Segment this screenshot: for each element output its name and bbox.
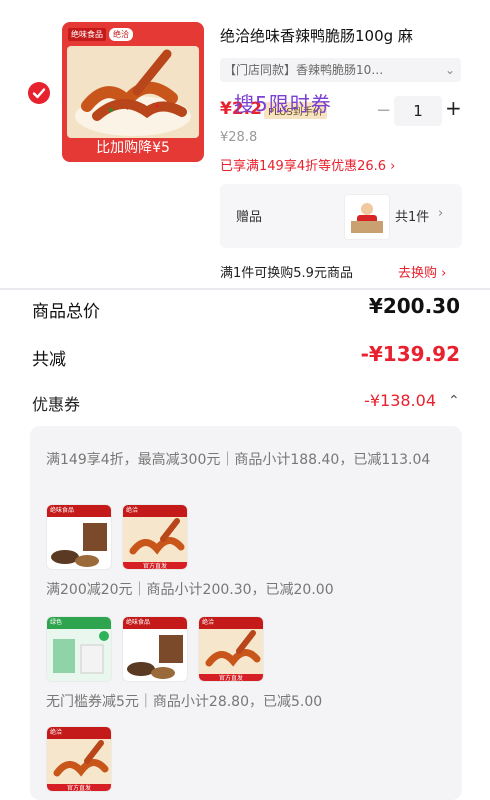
- product-thumbnail[interactable]: 绝味食品 绝洽 比加购降¥5: [62, 22, 204, 162]
- gift-row[interactable]: 赠品 共1件 ›: [220, 184, 462, 248]
- check-icon: [32, 88, 46, 99]
- product-title[interactable]: 绝洽绝味香辣鸭脆肠100g 麻: [220, 25, 465, 46]
- swap-offer-link[interactable]: 去换购 ›: [398, 262, 446, 281]
- total-value: ¥200.30: [368, 294, 460, 318]
- quantity-input[interactable]: 1: [394, 96, 442, 126]
- item-checkbox[interactable]: [28, 82, 50, 104]
- reduce-value: -¥139.92: [360, 342, 460, 366]
- coupon-product-thumbnail[interactable]: 绝洽 官方直发: [198, 616, 264, 682]
- section-divider: [0, 288, 490, 290]
- total-label: 商品总价: [32, 302, 100, 322]
- coupon-product-thumbnail[interactable]: 绿色: [46, 616, 112, 682]
- brand-tag-secondary: 绝洽: [109, 27, 133, 41]
- brand-tags: 绝味食品 绝洽: [68, 26, 133, 42]
- coupon-product-thumbnail[interactable]: 绝味食品: [122, 616, 188, 682]
- coupon-product-thumbnail[interactable]: 绝洽 官方直发: [46, 726, 112, 792]
- coupon-label: 优惠券: [32, 395, 81, 414]
- quantity-increase-button[interactable]: +: [445, 96, 462, 120]
- price-drop-caption: 比加购降¥5: [96, 140, 170, 156]
- brand-tag: 绝味食品: [68, 27, 106, 41]
- quantity-decrease-button[interactable]: −: [376, 100, 391, 121]
- coupon-detail-text: 满200减20元｜商品小计200.30，已减20.00: [46, 582, 334, 598]
- chevron-up-icon[interactable]: ⌃: [448, 393, 460, 409]
- promo-discount-link[interactable]: 已享满149享4折等优惠26.6 ›: [220, 155, 395, 174]
- reduce-label: 共减: [32, 350, 66, 370]
- sku-selector[interactable]: 【门店同款】香辣鸭脆肠10… ⌄: [220, 58, 461, 82]
- coupon-product-thumbnail[interactable]: 绝味食品: [46, 504, 112, 570]
- promo-overlay-text: 搜5限时券: [234, 92, 332, 116]
- sku-label: 【门店同款】香辣鸭脆肠10…: [224, 63, 384, 77]
- gift-count: 共1件: [395, 210, 430, 225]
- chevron-right-icon: ›: [438, 206, 444, 221]
- coupon-detail-text: 满149享4折，最高减300元｜商品小计188.40，已减113.04: [46, 452, 431, 468]
- chevron-down-icon: ⌄: [444, 63, 455, 77]
- swap-offer-text: 满1件可换购5.9元商品: [220, 266, 353, 281]
- original-price: ¥28.8: [220, 130, 258, 145]
- coupon-value[interactable]: -¥138.04: [364, 391, 436, 410]
- coupon-product-thumbnail[interactable]: 绝洽 官方直发: [122, 504, 188, 570]
- gift-label: 赠品: [236, 210, 263, 225]
- gift-thumbnail: [344, 194, 390, 240]
- coupon-details-panel: 满149享4折，最高减300元｜商品小计188.40，已减113.04 绝味食品…: [30, 426, 462, 800]
- coupon-detail-text: 无门槛券减5元｜商品小计28.80，已减5.00: [46, 694, 323, 710]
- product-photo: [67, 46, 199, 138]
